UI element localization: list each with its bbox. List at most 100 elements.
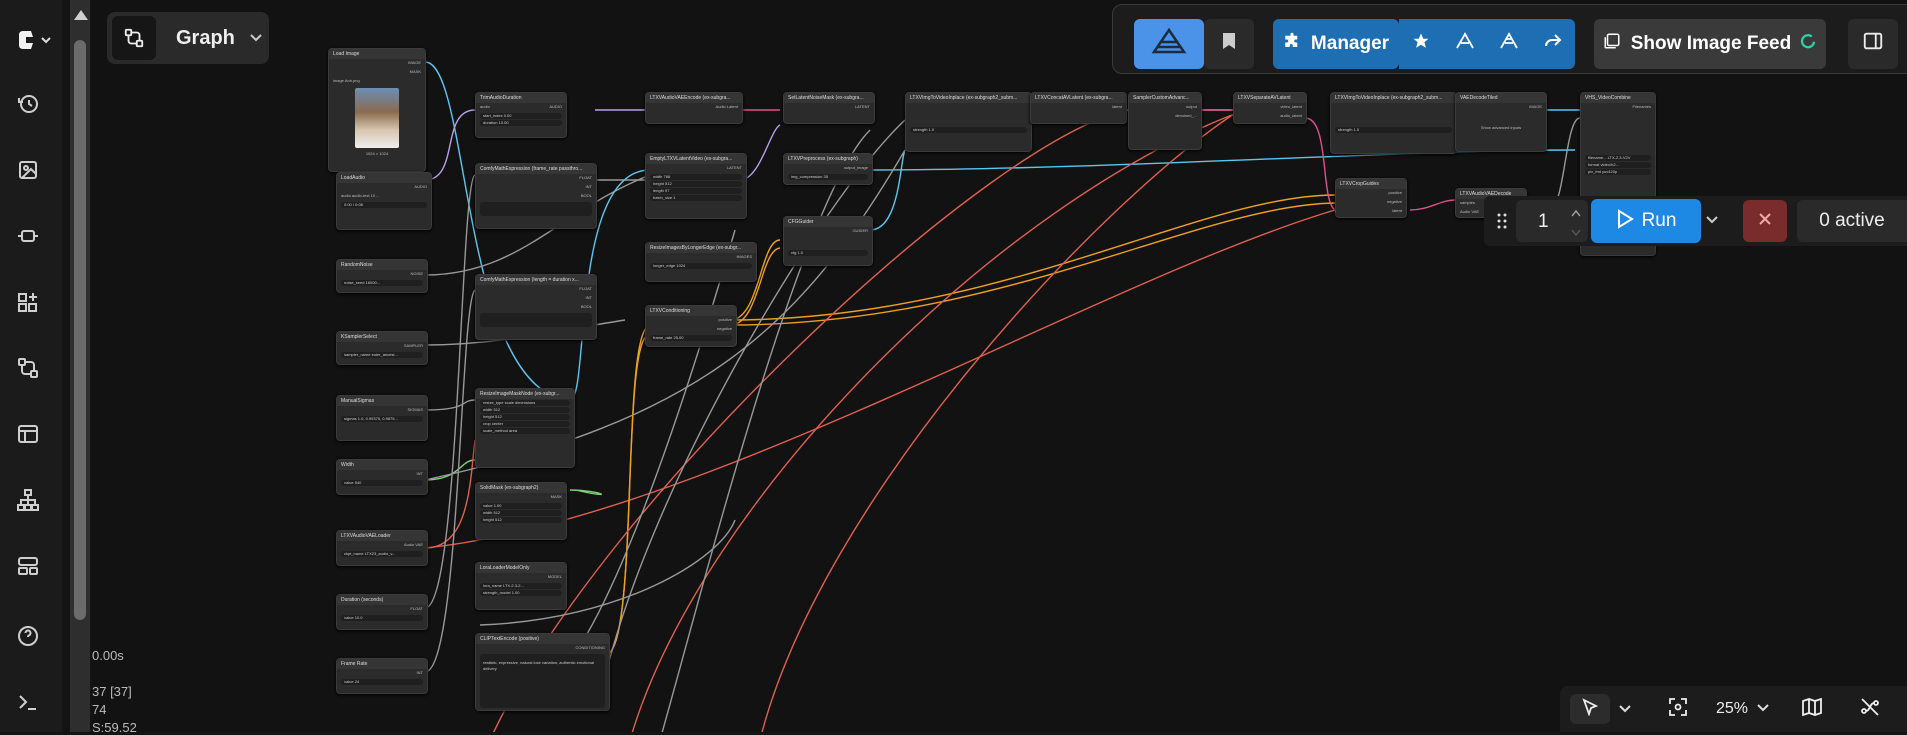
show-image-feed-button[interactable]: Show Image Feed xyxy=(1594,19,1826,69)
node-duration[interactable]: Duration (seconds) FLOAT value 10.0 xyxy=(336,594,428,630)
crop-select[interactable]: center xyxy=(492,421,503,426)
batch-count-stepper[interactable]: 1 xyxy=(1516,200,1588,242)
prompt-textarea[interactable]: realistic, expressive, natural lose vari… xyxy=(480,654,605,708)
node-resize-longer-edge[interactable]: ResizeImagesByLongerEdge (ex-subgr... IM… xyxy=(645,242,757,282)
node-img-to-video-inplace-2[interactable]: LTXVImgToVideoInplace (ex-subgraph2_subm… xyxy=(1330,92,1457,154)
node-resize-image-mask[interactable]: ResizeImageMaskNode (ex-subgr... resize_… xyxy=(475,388,575,468)
select-mode-button[interactable] xyxy=(1570,694,1610,724)
cfg-input[interactable]: 1.0 xyxy=(797,250,803,255)
drag-handle-icon[interactable] xyxy=(1496,212,1508,235)
node-random-noise[interactable]: RandomNoise NOISE noise_seed 16000... xyxy=(336,259,428,293)
node-load-audio[interactable]: LoadAudio AUDIO audio audio-test 10 ... … xyxy=(336,172,432,230)
fit-view-button[interactable] xyxy=(1660,694,1696,724)
node-lora-loader[interactable]: LoraLoaderModelOnly MODEL lora_name LTX-… xyxy=(475,562,567,610)
width-input[interactable]: 512 xyxy=(493,407,500,412)
height-input[interactable]: 512 xyxy=(665,181,672,186)
ckpt-select[interactable]: LTX23_audio_v... xyxy=(365,551,396,556)
toggle-links-button[interactable] xyxy=(1852,694,1888,724)
output-label: BOOL xyxy=(580,304,592,309)
height-input[interactable]: 512 xyxy=(495,414,502,419)
run-button[interactable]: Run xyxy=(1591,199,1701,243)
node-ltxv-preprocess[interactable]: LTXVPreprocess (ex-subgraph) output_imag… xyxy=(783,153,873,185)
node-audio-vae-encode[interactable]: LTXVAudioVAEEncode (ex-subgra... Audio L… xyxy=(645,92,743,124)
mountain-outline-button[interactable] xyxy=(1443,19,1487,69)
height-input[interactable]: 512 xyxy=(495,517,502,522)
batch-size-input[interactable]: 1 xyxy=(673,195,675,200)
audio-select[interactable]: audio-test 10 ... xyxy=(352,193,380,198)
graph-menu-button[interactable]: Graph xyxy=(107,12,269,64)
node-ltxv-conditioning[interactable]: LTXVConditioning positive negative frame… xyxy=(645,305,737,347)
expression-textarea[interactable] xyxy=(480,313,592,327)
length-input[interactable]: 97 xyxy=(665,188,669,193)
start-index-input[interactable]: 0.00 xyxy=(504,113,512,118)
output-label: output_image xyxy=(843,165,868,170)
scale-method-select[interactable]: area xyxy=(509,428,517,433)
format-select[interactable]: video/h2... xyxy=(1600,162,1618,167)
width-input[interactable]: 768 xyxy=(663,174,670,179)
node-width[interactable]: Width INT value 540 xyxy=(336,459,428,495)
node-crop-guides[interactable]: LTXVCropGuides positive negative latent xyxy=(1335,178,1407,218)
node-separate-av-latent[interactable]: LTXVSeparateAVLatent video_latent audio_… xyxy=(1233,92,1307,124)
output-label: video_latent xyxy=(1280,104,1302,109)
node-audio-vae-loader[interactable]: LTXVAudioVAELoader Audio VAE ckpt_name L… xyxy=(336,530,428,566)
node-load-image[interactable]: Load Image IMAGE MASK image Anh.png 1024… xyxy=(328,48,426,172)
widget-label: value xyxy=(344,480,354,485)
node-math-expression-2[interactable]: ComfyMathExpression (length = duration x… xyxy=(475,274,597,340)
node-set-latent-noise-mask[interactable]: SetLatentNoiseMask (ex-subgra... LATENT xyxy=(783,92,875,124)
duration-input[interactable]: 10.00 xyxy=(499,120,509,125)
seed-input[interactable]: 16000... xyxy=(366,280,380,285)
frame-rate-input[interactable]: 24 xyxy=(355,679,359,684)
node-trim-audio[interactable]: TrimAudioDuration audio AUDIO start_index… xyxy=(475,92,567,138)
run-options-chevron-icon[interactable] xyxy=(1705,212,1719,230)
node-cfg-guider[interactable]: CFGGuider GUIDER cfg 1.0 xyxy=(783,216,873,266)
node-clip-text-encode[interactable]: CLIPTextEncode (positive) CONDITIONING r… xyxy=(475,633,610,711)
show-advanced-inputs-button[interactable]: Show advanced inputs xyxy=(1456,124,1546,133)
toggle-right-panel-button[interactable] xyxy=(1848,19,1898,69)
node-title: ManualSigmas xyxy=(337,396,427,406)
bookmark-button[interactable] xyxy=(1204,19,1254,69)
increment-icon[interactable] xyxy=(1570,205,1582,223)
resize-type-select[interactable]: scale dimensions xyxy=(505,400,536,405)
node-ksampler-select[interactable]: KSamplerSelect SAMPLER sampler_name eule… xyxy=(336,331,428,365)
audio-player[interactable]: 0:00 / 0:08 xyxy=(341,202,427,208)
sigmas-input[interactable]: 1.0, 0.99375, 0.9875... xyxy=(358,416,398,421)
lora-select[interactable]: LTX-2.3-2... xyxy=(503,583,524,588)
input-label: audio xyxy=(480,104,490,109)
node-sampler-custom-advanced[interactable]: SamplerCustomAdvanc... output denoised_.… xyxy=(1128,92,1202,150)
node-manual-sigmas[interactable]: ManualSigmas SIGMAS sigmas 1.0, 0.99375,… xyxy=(336,395,428,441)
filename-prefix-input[interactable]: LTX-2.3-V2V xyxy=(1608,155,1631,160)
value-input[interactable]: 1.00 xyxy=(494,503,502,508)
node-math-expression-1[interactable]: ComfyMathExpression (frame_rate passthro… xyxy=(475,163,597,229)
image-select[interactable]: Anh.png xyxy=(345,78,360,83)
img-compression-input[interactable]: 35 xyxy=(823,174,827,179)
mode-chevron-icon[interactable] xyxy=(1614,694,1636,724)
strength-input[interactable]: 1.0 xyxy=(929,127,935,132)
decrement-icon[interactable] xyxy=(1570,225,1582,243)
strength-input[interactable]: 1.00 xyxy=(512,590,520,595)
sampler-select[interactable]: euler_ancest... xyxy=(372,352,398,357)
node-vae-decode-tiled[interactable]: VAEDecodeTiled IMAGE Show advanced input… xyxy=(1455,92,1547,152)
longer-edge-input[interactable]: 1024 xyxy=(676,263,685,268)
comfy-registry-button[interactable] xyxy=(1134,19,1204,69)
zoom-control[interactable]: 25% xyxy=(1708,694,1778,724)
width-input[interactable]: 540 xyxy=(355,480,362,485)
expression-textarea[interactable] xyxy=(480,202,592,216)
node-empty-latent-video[interactable]: EmptyLTXVLatentVideo (ex-subgra... LATEN… xyxy=(645,153,747,219)
active-queue-button[interactable]: 0 active xyxy=(1797,200,1907,242)
manager-button[interactable]: Manager xyxy=(1273,19,1399,69)
node-title: TrimAudioDuration xyxy=(476,93,566,103)
pix-fmt-select[interactable]: yuv420p xyxy=(1602,169,1617,174)
node-frame-rate[interactable]: Frame Rate INT value 24 xyxy=(336,658,428,694)
node-concat-av-latent[interactable]: LTXVConcatAVLatent (ex-subgra... latent xyxy=(1030,92,1127,124)
star-button[interactable] xyxy=(1399,19,1443,69)
mountain-outline-button-2[interactable] xyxy=(1487,19,1531,69)
share-button[interactable] xyxy=(1531,19,1575,69)
minimap-button[interactable] xyxy=(1794,694,1830,724)
strength-input[interactable]: 1.0 xyxy=(1354,127,1360,132)
frame-rate-input[interactable]: 25.00 xyxy=(673,335,683,340)
width-input[interactable]: 512 xyxy=(493,510,500,515)
node-img-to-video-inplace[interactable]: LTXVImgToVideoInplace (ex-subgraph2_subm… xyxy=(905,92,1032,152)
duration-input[interactable]: 10.0 xyxy=(355,615,363,620)
node-solid-mask[interactable]: SolidMask (ex-subgraph2) MASK value 1.00… xyxy=(475,482,567,540)
cancel-button[interactable] xyxy=(1743,200,1787,242)
